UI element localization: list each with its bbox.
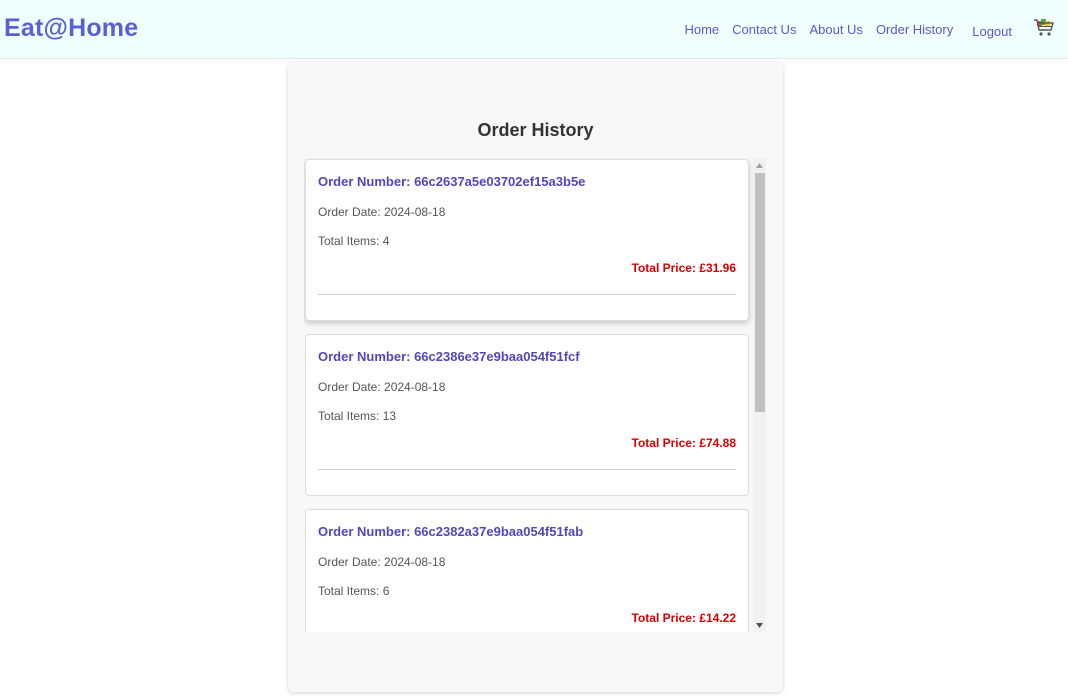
nav-link-about-us[interactable]: About Us — [809, 22, 862, 37]
scrollbar-thumb[interactable] — [755, 173, 765, 412]
scroll-up-arrow-icon[interactable] — [753, 158, 766, 172]
order-card[interactable]: Order Number: 66c2386e37e9baa054f51fcf O… — [305, 334, 749, 496]
order-date: Order Date: 2024-08-18 — [318, 555, 446, 569]
order-total-price: Total Price: £31.96 — [631, 261, 737, 275]
order-date: Order Date: 2024-08-18 — [318, 380, 446, 394]
order-number: Order Number: 66c2382a37e9baa054f51fab — [318, 524, 584, 539]
order-list[interactable]: Order Number: 66c2637a5e03702ef15a3b5e O… — [304, 158, 766, 632]
nav-link-order-history[interactable]: Order History — [876, 22, 953, 37]
order-number: Order Number: 66c2386e37e9baa054f51fcf — [318, 349, 580, 364]
scroll-down-arrow-icon[interactable] — [753, 618, 766, 632]
order-list-scrollbar[interactable] — [753, 158, 766, 632]
order-date: Order Date: 2024-08-18 — [318, 205, 446, 219]
order-total-items: Total Items: 4 — [318, 234, 390, 248]
order-total-items: Total Items: 13 — [318, 409, 397, 423]
top-navbar: Eat@Home Home Contact Us About Us Order … — [0, 0, 1068, 59]
shopping-cart-icon[interactable] — [1032, 16, 1056, 40]
nav-link-contact-us[interactable]: Contact Us — [732, 22, 796, 37]
nav-links: Home Contact Us About Us Order History L… — [684, 0, 1068, 59]
order-total-price: Total Price: £14.22 — [631, 611, 737, 625]
order-history-panel: Order History Order Number: 66c2637a5e03… — [288, 62, 783, 692]
order-total-items: Total Items: 6 — [318, 584, 390, 598]
order-divider — [318, 469, 736, 470]
order-card[interactable]: Order Number: 66c2382a37e9baa054f51fab O… — [305, 509, 749, 632]
order-divider — [318, 294, 736, 295]
brand-logo[interactable]: Eat@Home — [4, 14, 138, 43]
order-number: Order Number: 66c2637a5e03702ef15a3b5e — [318, 174, 586, 189]
order-card[interactable]: Order Number: 66c2637a5e03702ef15a3b5e O… — [305, 159, 749, 321]
page-title: Order History — [477, 120, 594, 140]
order-total-price: Total Price: £74.88 — [631, 436, 737, 450]
nav-link-logout[interactable]: Logout — [972, 24, 1012, 39]
nav-link-home[interactable]: Home — [684, 22, 719, 37]
